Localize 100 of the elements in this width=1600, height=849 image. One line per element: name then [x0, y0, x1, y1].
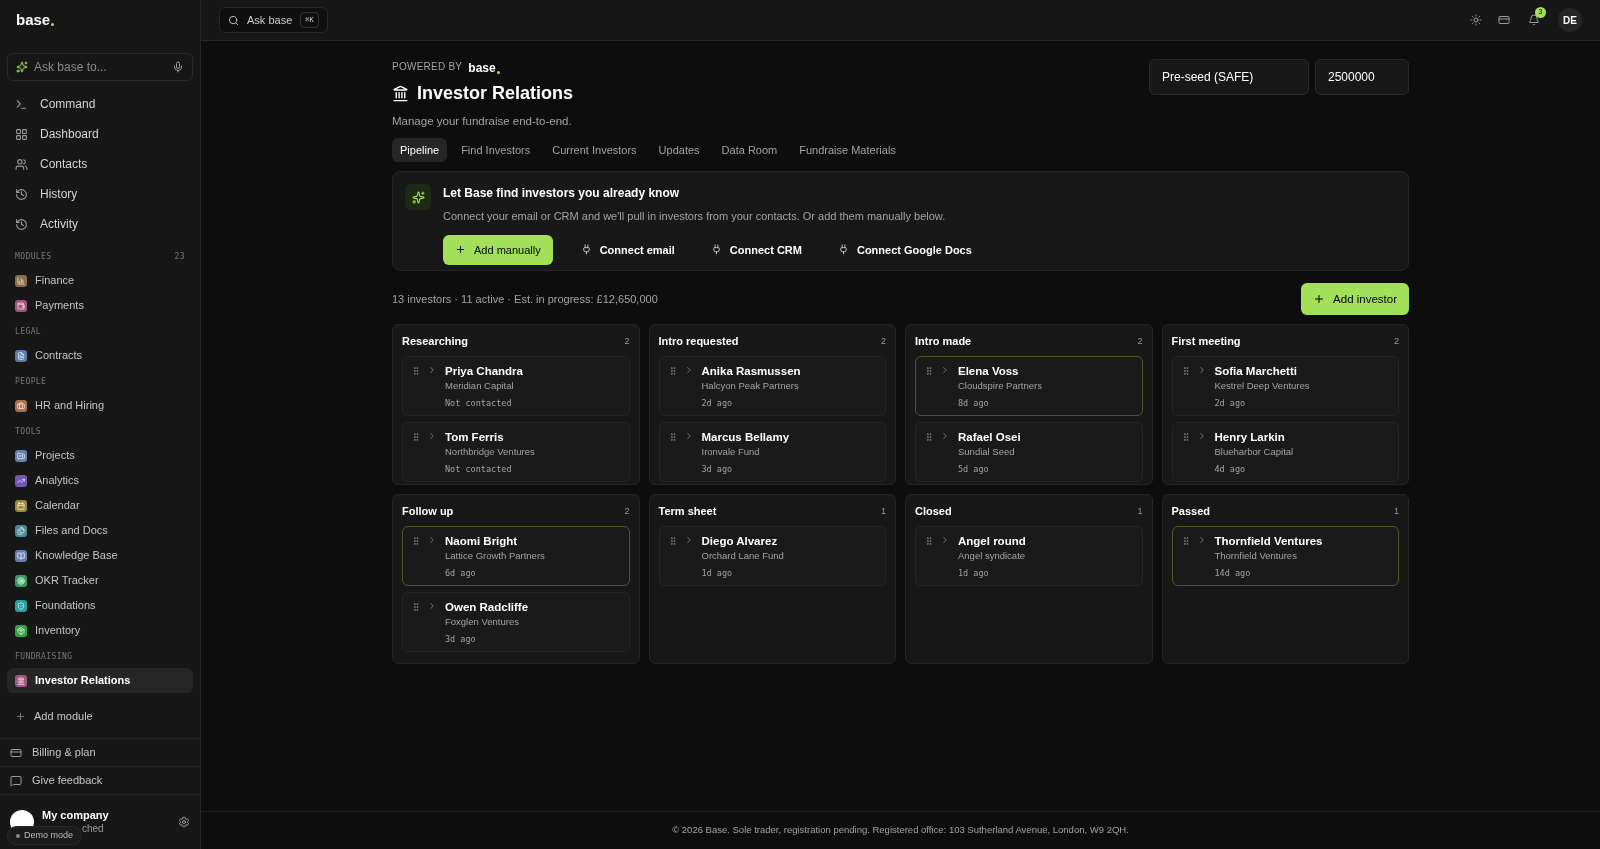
column-count: 1 [1137, 504, 1143, 518]
investor-status: 6d ago [445, 567, 477, 580]
expand-icon[interactable] [940, 365, 950, 376]
investor-firm: Cloudspire Partners [958, 379, 1042, 394]
tab[interactable]: Fundraise Materials [791, 138, 904, 163]
nav-item[interactable]: Contacts [7, 149, 193, 179]
investor-card[interactable]: Henry Larkin Blueharbor Capital 4d ago [1171, 422, 1399, 483]
investor-status: 5d ago [958, 463, 990, 476]
tab[interactable]: Current Investors [544, 138, 645, 163]
investor-firm: Foxglen Ventures [445, 615, 520, 630]
module-item[interactable]: OKR Tracker [7, 568, 193, 593]
connect-button[interactable]: Connect email [572, 234, 683, 265]
module-item[interactable]: Inventory [7, 618, 193, 643]
amount-field[interactable]: 2500000 [1315, 59, 1409, 95]
ask-input[interactable]: Ask base to... [34, 58, 166, 76]
investor-status: Not contacted [445, 463, 513, 476]
tab[interactable]: Data Room [713, 138, 786, 163]
drag-handle-icon[interactable] [411, 602, 421, 613]
add-module-button[interactable]: Add module [7, 701, 193, 731]
drag-handle-icon[interactable] [411, 536, 421, 547]
investor-name: Priya Chandra [445, 364, 523, 380]
drag-handle-icon[interactable] [411, 366, 421, 377]
microphone-icon[interactable] [172, 61, 184, 73]
round-select[interactable]: Pre-seed (SAFE) [1149, 59, 1309, 95]
user-avatar[interactable]: DE [1558, 8, 1582, 32]
expand-icon[interactable] [427, 535, 437, 546]
investor-card[interactable]: Rafael Osei Sundial Seed 5d ago [915, 422, 1143, 483]
expand-icon[interactable] [427, 431, 437, 442]
module-item[interactable]: Files and Docs [7, 518, 193, 543]
column-title: Closed [915, 504, 952, 519]
investor-status: 3d ago [701, 463, 734, 476]
nav-item[interactable]: Activity [7, 209, 193, 239]
add-investor-button[interactable]: Add investor [1301, 283, 1409, 316]
investor-firm: Lattice Growth Partners [445, 549, 545, 564]
drag-handle-icon[interactable] [924, 432, 934, 443]
add-manually-button[interactable]: Add manually [443, 234, 553, 265]
nav-item[interactable]: Command [7, 89, 193, 119]
tab[interactable]: Find Investors [453, 138, 539, 163]
expand-icon[interactable] [940, 431, 950, 442]
module-item[interactable]: Calendar [7, 493, 193, 518]
module-item[interactable]: Payments [7, 293, 193, 318]
drag-handle-icon[interactable] [411, 432, 421, 443]
investor-card[interactable]: Thornfield Ventures Thornfield Ventures 14d ago [1171, 526, 1399, 587]
module-item[interactable]: Knowledge Base [7, 543, 193, 568]
module-item[interactable]: Contracts [7, 343, 193, 368]
plug-icon [837, 244, 849, 256]
investor-card[interactable]: Anika Rasmussen Halcyon Peak Partners 2d ago [658, 356, 886, 417]
card-icon [10, 746, 22, 759]
investor-card[interactable]: Angel round Angel syndicate 1d ago [915, 526, 1143, 587]
footer-link[interactable]: Give feedback [0, 766, 200, 794]
plug-icon [710, 244, 722, 256]
footer-link[interactable]: Billing & plan [0, 738, 200, 766]
column-title: Researching [402, 334, 469, 349]
module-item[interactable]: Analytics [7, 468, 193, 493]
drag-handle-icon[interactable] [924, 536, 934, 547]
theme-icon[interactable] [1470, 14, 1482, 26]
investor-name: Rafael Osei [958, 430, 1021, 446]
investor-card[interactable]: Marcus Bellamy Ironvale Fund 3d ago [658, 422, 886, 483]
expand-icon[interactable] [427, 365, 437, 376]
investor-card[interactable]: Sofia Marchetti Kestrel Deep Ventures 2d ago [1171, 356, 1399, 417]
investor-status: 14d ago [1214, 567, 1252, 580]
expand-icon[interactable] [940, 535, 950, 546]
module-item[interactable]: Foundations [7, 593, 193, 618]
bell-icon[interactable] [1528, 14, 1540, 26]
connect-button[interactable]: Connect Google Docs [829, 234, 980, 265]
module-item[interactable]: HR and Hiring [7, 393, 193, 418]
plus-icon [455, 244, 466, 256]
tab[interactable]: Pipeline [392, 138, 448, 163]
investor-card[interactable]: Priya Chandra Meridian Capital Not contacted [402, 356, 630, 417]
investor-firm: Northbridge Ventures [445, 445, 535, 460]
plus-icon [15, 710, 26, 722]
investor-card[interactable]: Naomi Bright Lattice Growth Partners 6d ago [402, 526, 630, 587]
nav-item[interactable]: Dashboard [7, 119, 193, 149]
nav-icon [15, 157, 28, 171]
drag-handle-icon[interactable] [924, 366, 934, 377]
investor-card[interactable]: Tom Ferris Northbridge Ventures Not contacted [402, 422, 630, 483]
expand-icon[interactable] [427, 601, 437, 612]
logo: base [16, 10, 51, 31]
investor-card[interactable]: Elena Voss Cloudspire Partners 8d ago [915, 356, 1143, 417]
card-icon[interactable] [1498, 14, 1510, 26]
investor-firm: Angel syndicate [958, 549, 1026, 564]
investor-name: Tom Ferris [445, 430, 505, 446]
investor-firm: Thornfield Ventures [1214, 549, 1298, 564]
column-title: Intro made [915, 334, 972, 349]
bank-icon [392, 85, 409, 102]
connect-button[interactable]: Connect CRM [702, 234, 810, 265]
module-item[interactable]: Finance [7, 268, 193, 293]
investor-card[interactable]: Owen Radcliffe Foxglen Ventures 3d ago [402, 592, 630, 653]
brand-logo: base [468, 62, 496, 74]
settings-icon[interactable] [178, 816, 190, 828]
column-count: 2 [624, 334, 630, 348]
column-count: 2 [624, 504, 630, 518]
section-heading: FUNDRAISING [15, 651, 73, 663]
investor-card[interactable]: Diego Alvarez Orchard Lane Fund 1d ago [658, 526, 886, 587]
section-heading: MODULES [15, 251, 52, 263]
ask-field[interactable]: Ask base to... [7, 53, 193, 81]
module-item[interactable]: Investor Relations [7, 668, 193, 693]
tab[interactable]: Updates [650, 138, 708, 163]
nav-item[interactable]: History [7, 179, 193, 209]
module-item[interactable]: Projects [7, 443, 193, 468]
